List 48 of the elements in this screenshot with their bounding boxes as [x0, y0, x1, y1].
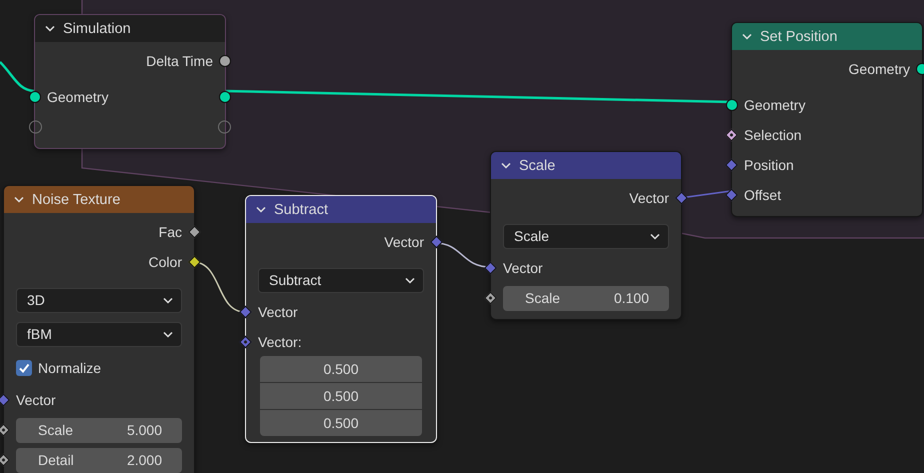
socket-label: Vector: [258, 334, 302, 350]
socket-label: Vector [503, 260, 543, 276]
chevron-icon [163, 330, 173, 338]
node-title: Subtract [274, 202, 328, 218]
dropdown[interactable]: Scale [503, 224, 669, 248]
node-title: Scale [519, 158, 556, 174]
socket-label: Geometry [848, 61, 910, 77]
collapse-icon[interactable] [14, 196, 24, 203]
node-header[interactable]: Simulation [35, 15, 225, 42]
checkbox-label: Normalize [38, 360, 102, 376]
socket-label: Geometry [744, 97, 806, 113]
number-field[interactable]: 0.500 [260, 410, 422, 436]
collapse-icon[interactable] [45, 25, 55, 32]
collapse-icon[interactable] [501, 162, 511, 169]
dropdown[interactable]: 3D [16, 288, 182, 312]
chevron-icon [650, 232, 660, 240]
check-icon [18, 362, 30, 374]
chevron-icon [163, 296, 173, 304]
socket-label: Delta Time [146, 53, 213, 69]
chevron-icon [405, 276, 415, 284]
number-field[interactable]: Scale 0.100 [503, 286, 669, 310]
node-header[interactable]: Subtract [246, 196, 436, 223]
node-title: Noise Texture [32, 192, 120, 208]
node-header[interactable]: Scale [491, 152, 681, 179]
link-wire [0, 61, 34, 92]
socket-label: Vector [629, 190, 669, 206]
dropdown[interactable]: fBM [16, 322, 182, 346]
node-title: Set Position [760, 28, 838, 44]
number-field[interactable]: 0.500 [260, 356, 422, 382]
node-header[interactable]: Set Position [732, 23, 922, 50]
socket-label: Offset [744, 187, 782, 203]
number-field[interactable]: Detail 2.000 [16, 448, 182, 472]
socket-label: Color [148, 254, 182, 270]
circle-socket[interactable] [29, 91, 41, 103]
collapse-icon[interactable] [256, 206, 266, 213]
number-field[interactable]: 0.500 [260, 383, 422, 409]
checkbox[interactable] [16, 360, 32, 376]
socket-label: Geometry [47, 89, 108, 105]
number-field[interactable]: Scale 5.000 [16, 418, 182, 442]
socket-label: Position [744, 157, 794, 173]
dropdown[interactable]: Subtract [258, 268, 424, 292]
node-title: Simulation [63, 20, 131, 36]
socket-label: Fac [158, 224, 182, 240]
node-header[interactable]: Noise Texture [4, 186, 194, 213]
socket-label: Selection [744, 127, 802, 143]
socket-label: Vector [258, 304, 298, 320]
socket-label: Vector [16, 392, 56, 408]
socket-label: Vector [384, 234, 424, 250]
